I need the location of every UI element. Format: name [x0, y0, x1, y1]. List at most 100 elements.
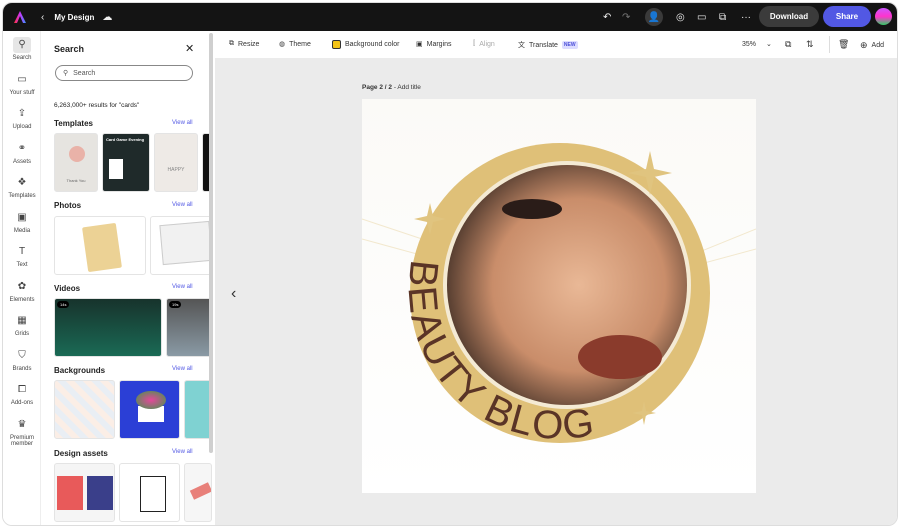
rail-item-label: Add-ons: [10, 400, 34, 406]
background-color-button[interactable]: Background color: [332, 40, 399, 49]
align-button: ⫿ Align: [473, 40, 495, 48]
search-panel: Search ✕ ⚲ Search 6,263,000+ results for …: [41, 31, 213, 525]
comments-icon[interactable]: ⧉: [719, 12, 726, 23]
video-thumb[interactable]: 19s: [166, 298, 212, 357]
delete-icon[interactable]: 🗑: [838, 39, 849, 50]
grids-icon: ▦: [17, 315, 27, 326]
pages-icon[interactable]: ⧉: [785, 39, 791, 50]
photo-thumb[interactable]: [150, 216, 212, 275]
rail-item-label: Elements: [9, 296, 35, 303]
comment-icon[interactable]: ▭: [697, 12, 706, 23]
background-thumb[interactable]: [184, 380, 212, 439]
lightbulb-icon[interactable]: ◎: [676, 12, 685, 23]
search-input[interactable]: ⚲ Search: [55, 65, 193, 81]
rail-item-assets[interactable]: ⚭ Assets: [3, 141, 41, 165]
crown-icon: ♛: [17, 418, 27, 430]
app-window: ‹ My Design ☁ ↶ ↷ 👤 ◎ ▭ ⧉ ··· Download S…: [2, 2, 898, 526]
rail-item-label: Your stuff: [9, 89, 35, 96]
asset-thumb[interactable]: [184, 463, 212, 522]
download-button[interactable]: Download: [759, 6, 819, 27]
more-icon[interactable]: ···: [741, 12, 751, 23]
template-thumb[interactable]: Thank You: [54, 133, 98, 192]
back-icon[interactable]: ‹: [41, 12, 44, 23]
templates-view-all[interactable]: View all: [172, 120, 193, 126]
avatar[interactable]: [875, 8, 892, 25]
asset-thumb[interactable]: [54, 463, 115, 522]
color-swatch-icon: [332, 40, 341, 49]
canvas-area: ‹ Page 2 / 2 - Add title BEAUTY BLOG: [215, 58, 897, 525]
redo-icon[interactable]: ↷: [622, 12, 630, 23]
theme-button[interactable]: ◍ Theme: [279, 40, 311, 49]
design-assets-heading: Design assets: [54, 449, 108, 458]
left-rail: ⚲ Search ▭ Your stuff ⇪ Upload ⚭ Assets ❖ Templat…: [3, 31, 41, 525]
design-page[interactable]: BEAUTY BLOG: [361, 99, 757, 493]
share-button[interactable]: Share: [823, 6, 871, 27]
upload-icon: ⇪: [17, 108, 27, 119]
margins-icon: ▣: [416, 41, 423, 48]
cloud-icon: ☁: [102, 11, 113, 23]
rail-item-label: Media: [13, 227, 31, 234]
rail-item-upload[interactable]: ⇪ Upload: [3, 106, 41, 130]
background-thumb[interactable]: [119, 380, 180, 439]
adobe-express-logo[interactable]: [13, 10, 27, 24]
background-thumb[interactable]: [54, 380, 115, 439]
add-button[interactable]: ⊕ Add: [860, 40, 884, 51]
beauty-blog-design: BEAUTY BLOG: [361, 143, 757, 448]
chevron-down-icon: ⌄: [766, 41, 772, 48]
rail-item-media[interactable]: ▣ Media: [3, 210, 41, 234]
results-count: 6,263,000+ results for "cards": [54, 102, 140, 109]
previous-page-icon[interactable]: ‹: [231, 285, 236, 303]
invite-icon[interactable]: 👤: [645, 8, 663, 26]
rail-item-label: Templates: [8, 193, 36, 199]
layers-icon[interactable]: ⇅: [806, 39, 814, 50]
addons-icon: ⧠: [18, 384, 26, 395]
backgrounds-view-all[interactable]: View all: [172, 366, 193, 372]
margins-button[interactable]: ▣ Margins: [416, 40, 452, 49]
design-assets-view-all[interactable]: View all: [172, 449, 193, 455]
rail-item-templates[interactable]: ❖ Templates: [3, 175, 41, 199]
translate-button[interactable]: 文 Translate NEW: [518, 40, 578, 50]
elements-icon: ✿: [17, 280, 27, 292]
brands-icon: ⛉: [18, 349, 26, 361]
rail-item-label: Upload: [12, 124, 32, 130]
rail-item-add-ons[interactable]: ⧠ Add-ons: [3, 382, 41, 406]
align-icon: ⫿: [473, 40, 476, 47]
panel-scrollbar[interactable]: [209, 33, 213, 453]
add-title-link[interactable]: - Add title: [394, 84, 421, 91]
assets-icon: ⚭: [17, 142, 27, 154]
templates-icon: ❖: [17, 177, 27, 188]
theme-icon: ◍: [279, 41, 286, 48]
rail-item-your-stuff[interactable]: ▭ Your stuff: [3, 72, 41, 96]
resize-icon: ⧉: [229, 40, 234, 47]
rail-item-label: Premium member: [9, 434, 34, 447]
text-icon: T: [18, 246, 26, 257]
design-title[interactable]: My Design: [54, 13, 94, 22]
template-thumb[interactable]: HAPPY: [154, 133, 198, 192]
rail-item-label: Assets: [12, 158, 31, 165]
rail-item-elements[interactable]: ✿ Elements: [3, 279, 41, 303]
undo-icon[interactable]: ↶: [603, 12, 611, 23]
rail-item-label: Text: [16, 262, 28, 268]
search-icon: ⚲: [63, 70, 69, 77]
videos-view-all[interactable]: View all: [172, 284, 193, 290]
rail-item-brands[interactable]: ⛉ Brands: [3, 348, 41, 372]
video-thumb[interactable]: 14s: [54, 298, 162, 357]
rail-item-text[interactable]: T Text: [3, 244, 41, 268]
media-icon: ▣: [17, 211, 27, 223]
rail-item-grids[interactable]: ▦ Grids: [3, 313, 41, 337]
search-icon: ⚲: [13, 37, 31, 53]
translate-icon: 文: [518, 42, 525, 49]
rail-item-premium-member[interactable]: ♛ Premium member: [3, 417, 41, 447]
page-label: Page 2 / 2 - Add title: [362, 84, 421, 91]
zoom-dropdown[interactable]: 35% ⌄: [742, 40, 772, 49]
photo-thumb[interactable]: [54, 216, 146, 275]
photos-view-all[interactable]: View all: [172, 202, 193, 208]
rail-item-search[interactable]: ⚲ Search: [3, 37, 41, 61]
backgrounds-heading: Backgrounds: [54, 366, 106, 375]
rail-item-label: Search: [12, 55, 32, 61]
asset-thumb[interactable]: [119, 463, 180, 522]
resize-button[interactable]: ⧉ Resize: [229, 40, 259, 48]
close-icon[interactable]: ✕: [185, 42, 194, 55]
divider: [829, 36, 830, 53]
template-thumb[interactable]: Card Game Evening: [102, 133, 150, 192]
